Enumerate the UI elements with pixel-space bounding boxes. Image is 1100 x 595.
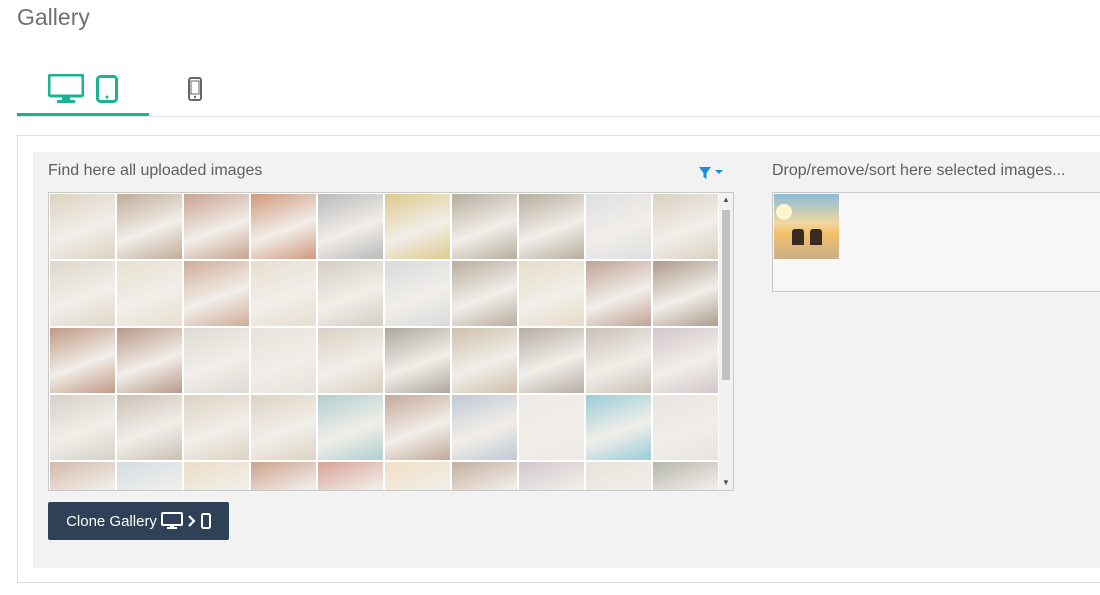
gallery-image-thumb[interactable] (184, 194, 249, 259)
sun-shape (776, 204, 792, 220)
scroll-down-arrow[interactable]: ▼ (719, 476, 733, 490)
gallery-image-thumb[interactable] (519, 462, 584, 490)
desktop-icon (48, 73, 84, 103)
chevron-right-icon (188, 515, 196, 527)
gallery-image-thumb[interactable] (117, 261, 182, 326)
page-title: Gallery (17, 4, 90, 30)
clone-gallery-button[interactable]: Clone Gallery (48, 502, 229, 540)
filter-icon (699, 167, 723, 179)
gallery-image-thumb[interactable] (251, 395, 316, 460)
gallery-image-thumb[interactable] (184, 395, 249, 460)
selected-images-dropzone[interactable] (772, 192, 1100, 292)
tab-desktop-tablet[interactable] (17, 64, 149, 116)
gallery-image-thumb[interactable] (50, 395, 115, 460)
gallery-image-thumb[interactable] (452, 194, 517, 259)
gallery-image-thumb[interactable] (586, 462, 651, 490)
desktop-icon (160, 512, 183, 529)
gallery-image-thumb[interactable] (117, 462, 182, 490)
gallery-image-thumb[interactable] (318, 328, 383, 393)
gallery-image-thumb[interactable] (452, 395, 517, 460)
gallery-image-thumb[interactable] (452, 261, 517, 326)
gallery-image-thumb[interactable] (653, 328, 718, 393)
gallery-image-thumb[interactable] (184, 328, 249, 393)
tablet-icon (96, 74, 118, 103)
gallery-image-thumb[interactable] (385, 194, 450, 259)
mobile-icon (200, 513, 211, 529)
gallery-image-thumb[interactable] (519, 395, 584, 460)
gallery-image-thumb[interactable] (653, 395, 718, 460)
gallery-image-thumb[interactable] (385, 462, 450, 490)
gallery-image-thumb[interactable] (653, 261, 718, 326)
gallery-image-thumb[interactable] (251, 328, 316, 393)
gallery-image-thumb[interactable] (50, 328, 115, 393)
gallery-image-thumb[interactable] (586, 261, 651, 326)
uploaded-images-title: Find here all uploaded images (48, 162, 263, 179)
gallery-image-thumb[interactable] (452, 462, 517, 490)
chair-shape (810, 229, 822, 245)
mobile-icon (187, 77, 202, 101)
clone-gallery-label: Clone Gallery (66, 512, 157, 530)
gallery-image-thumb[interactable] (519, 261, 584, 326)
gallery-image-thumb[interactable] (385, 261, 450, 326)
chair-shape (792, 229, 804, 245)
gallery-image-thumb[interactable] (50, 261, 115, 326)
gallery-image-thumb[interactable] (586, 395, 651, 460)
scroll-thumb[interactable] (722, 210, 730, 380)
grid-scrollbar[interactable]: ▲ ▼ (719, 193, 733, 490)
gallery-image-thumb[interactable] (519, 194, 584, 259)
gallery-image-thumb[interactable] (184, 261, 249, 326)
gallery-image-thumb[interactable] (318, 261, 383, 326)
gallery-image-thumb[interactable] (117, 395, 182, 460)
gallery-image-thumb[interactable] (385, 395, 450, 460)
gallery-image-thumb[interactable] (385, 328, 450, 393)
scroll-up-arrow[interactable]: ▲ (719, 193, 733, 207)
gallery-image-thumb[interactable] (318, 194, 383, 259)
gallery-image-thumb[interactable] (50, 194, 115, 259)
selected-image-thumb[interactable] (774, 194, 839, 259)
gallery-image-thumb[interactable] (586, 328, 651, 393)
gallery-image-thumb[interactable] (586, 194, 651, 259)
gallery-image-thumb[interactable] (452, 328, 517, 393)
device-tabs (17, 64, 1100, 117)
gallery-image-thumb[interactable] (251, 462, 316, 490)
filter-button[interactable] (698, 165, 728, 181)
gallery-image-thumb[interactable] (117, 328, 182, 393)
gallery-image-thumb[interactable] (251, 194, 316, 259)
gallery-image-thumb[interactable] (318, 395, 383, 460)
tab-mobile[interactable] (167, 64, 222, 114)
gallery-image-thumb[interactable] (519, 328, 584, 393)
gallery-image-thumb[interactable] (653, 462, 718, 490)
gallery-image-thumb[interactable] (318, 462, 383, 490)
gallery-image-thumb[interactable] (653, 194, 718, 259)
selected-images-title: Drop/remove/sort here selected images... (772, 162, 1066, 179)
gallery-image-thumb[interactable] (251, 261, 316, 326)
gallery-image-thumb[interactable] (184, 462, 249, 490)
gallery-image-thumb[interactable] (117, 194, 182, 259)
gallery-image-thumb[interactable] (50, 462, 115, 490)
uploaded-images-grid[interactable]: ▲ ▼ (48, 192, 734, 491)
